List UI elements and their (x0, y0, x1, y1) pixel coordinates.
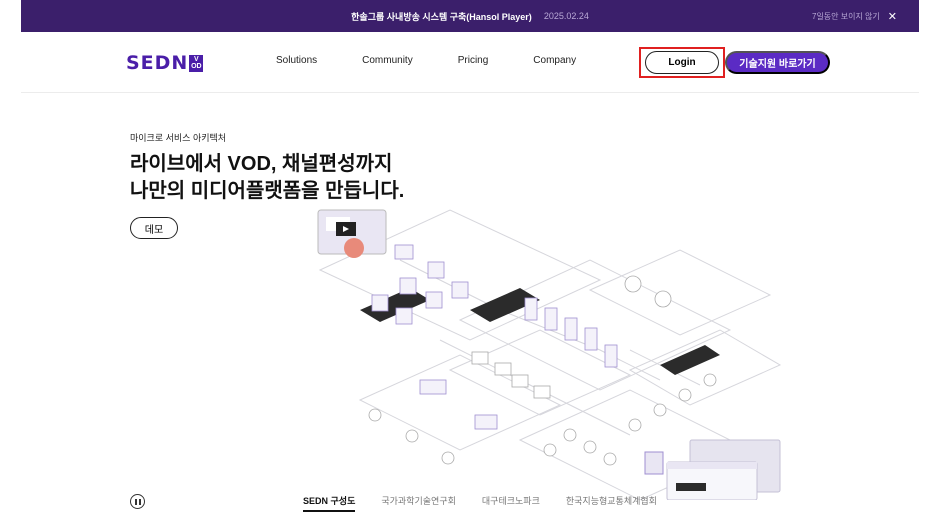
diagram-node (425, 291, 443, 309)
diagram-player-node (405, 429, 419, 443)
diagram-service-node (703, 373, 717, 387)
diagram-panel-cdn (588, 249, 772, 336)
nav-pricing[interactable]: Pricing (458, 55, 489, 66)
logo-badge-bottom: OD (191, 63, 202, 70)
diagram-label-service (660, 345, 720, 375)
banner-date: 2025.02.24 (543, 11, 589, 21)
diagram-node (427, 261, 445, 279)
site-header: SEDN V OD Solutions Community Pricing Co… (21, 32, 919, 93)
diagram-server (584, 327, 598, 351)
architecture-diagram (317, 209, 782, 500)
close-icon[interactable]: ✕ (888, 10, 897, 23)
logo[interactable]: SEDN V OD (126, 52, 204, 74)
diagram-node (371, 294, 389, 312)
pause-icon-bar (138, 498, 141, 505)
diagram-node (394, 244, 414, 260)
login-button[interactable]: Login (645, 51, 719, 74)
hero-headline: 라이브에서 VOD, 채널편성까지 나만의 미디어플랫폼을 만듭니다. (130, 151, 404, 205)
tab-sedn-diagram[interactable]: SEDN 구성도 (303, 494, 356, 512)
tab-its-korea[interactable]: 한국지능형교통체계협회 (566, 494, 657, 512)
page: 한솔그룹 사내방송 시스템 구축(Hansol Player) 2025.02.… (0, 0, 940, 529)
diagram-server (604, 344, 618, 368)
diagram-server (544, 307, 558, 331)
diagram-node (419, 379, 447, 395)
diagram-delivery-node (603, 452, 617, 466)
tab-daegu-technopark[interactable]: 대구테크노파크 (482, 494, 540, 512)
main-nav: Solutions Community Pricing Company (276, 55, 621, 66)
banner-text[interactable]: 한솔그룹 사내방송 시스템 구축(Hansol Player) (351, 10, 532, 23)
diagram-window-titlebar (667, 462, 757, 469)
diagram-service-node (678, 388, 692, 402)
diagram-delivery-node (543, 443, 557, 457)
logo-text: SEDN (126, 52, 189, 74)
nav-solutions[interactable]: Solutions (276, 55, 317, 66)
tech-support-button[interactable]: 기술지원 바로가기 (725, 51, 830, 74)
diagram-user-figure (344, 238, 364, 258)
hero-headline-line1: 라이브에서 VOD, 채널편성까지 (130, 153, 393, 175)
diagram-service-node (628, 418, 642, 432)
hero-eyebrow: 마이크로 서비스 아키텍처 (130, 133, 227, 143)
diagram-node (451, 281, 469, 299)
diagram-box (471, 351, 489, 365)
diagram-delivery-node (583, 440, 597, 454)
pause-icon-bar (134, 498, 137, 505)
diagram-player-node (441, 451, 455, 465)
diagram-node (395, 307, 413, 325)
diagram-service-node (653, 403, 667, 417)
diagram-player-node (368, 408, 382, 422)
diagram-channel-window (644, 439, 781, 500)
diagram-delivery-node (563, 428, 577, 442)
tab-nst[interactable]: 국가과학기술연구회 (381, 494, 456, 512)
hero-headline-line2: 나만의 미디어플랫폼을 만듭니다. (130, 180, 405, 202)
diagram-cloud-node (624, 275, 642, 293)
demo-button[interactable]: 데모 (130, 217, 178, 239)
diagram-device (644, 451, 664, 475)
diagram-node (399, 277, 417, 295)
top-banner[interactable]: 한솔그룹 사내방송 시스템 구축(Hansol Player) 2025.02.… (21, 0, 919, 32)
banner-hide-area: 7일동안 보이지 않기 ✕ (812, 0, 897, 32)
diagram-box (494, 362, 512, 376)
nav-company[interactable]: Company (533, 55, 576, 66)
pause-button[interactable] (130, 494, 145, 509)
hide-for-7-days-link[interactable]: 7일동안 보이지 않기 (812, 11, 880, 22)
showcase-tabs: SEDN 구성도 국가과학기술연구회 대구테크노파크 한국지능형교통체계협회 (303, 494, 683, 512)
diagram-window-row (676, 483, 706, 491)
diagram-box (533, 385, 551, 399)
nav-community[interactable]: Community (362, 55, 413, 66)
diagram-box (511, 374, 529, 388)
diagram-server (564, 317, 578, 341)
diagram-server (524, 297, 538, 321)
diagram-node (474, 414, 498, 430)
logo-badge: V OD (189, 54, 204, 72)
diagram-cloud-node (654, 290, 672, 308)
logo-badge-top: V (194, 56, 199, 63)
